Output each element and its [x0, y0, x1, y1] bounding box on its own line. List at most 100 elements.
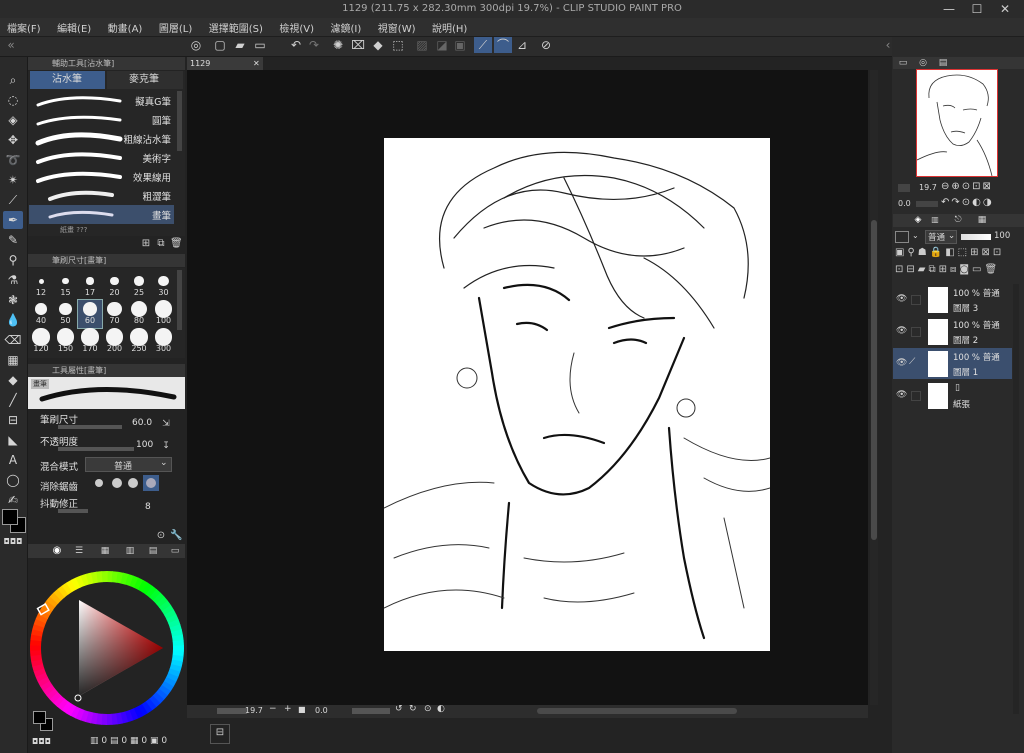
color-set-tab-icon[interactable]: ▦ — [98, 543, 112, 559]
brush-size-slider[interactable] — [58, 425, 122, 429]
navigator-zoom-value[interactable]: 19.7 — [919, 183, 937, 192]
brush-size-option[interactable]: 70 — [103, 300, 127, 328]
figure-tool-icon[interactable]: ╱ — [3, 391, 23, 409]
layer-row[interactable]: 👁 100 % 普通 圖層 3 — [893, 284, 1012, 315]
brush-size-option[interactable]: 200 — [103, 328, 127, 356]
chevron-down-icon[interactable]: ⌄ — [912, 231, 919, 240]
brush-size-option[interactable]: 250 — [127, 328, 151, 356]
layer-option-icons[interactable]: ▣⚲☗🔒◧⬚⊞⊠⊡ — [895, 247, 1004, 258]
wrench-icon[interactable]: 🔧 — [170, 528, 182, 544]
color-wheel-tab-icon[interactable]: ◉ — [50, 543, 64, 559]
eye-icon[interactable]: 👁 — [896, 358, 907, 368]
opacity-slider[interactable] — [58, 447, 134, 451]
close-tab-icon[interactable]: ✕ — [253, 57, 260, 70]
lock-box[interactable] — [911, 327, 921, 337]
layer-row[interactable]: 👁 ▯ 紙張 — [893, 380, 1012, 411]
zoom-out-icon[interactable]: − — [269, 704, 277, 714]
color-panel-main-swatch[interactable] — [33, 711, 46, 724]
brush-size-option[interactable]: 60 — [77, 299, 103, 329]
layer-blend-select[interactable]: 普通 ⌄ — [925, 230, 957, 244]
pen-tool-icon[interactable]: ✒ — [3, 211, 23, 229]
menu-help[interactable]: 說明(H) — [425, 18, 473, 35]
menu-file[interactable]: 檔案(F) — [0, 18, 47, 35]
copy-sub-tool-icon[interactable]: ⧉ — [155, 236, 167, 252]
lock-box[interactable] — [911, 295, 921, 305]
layer-opacity-value[interactable]: 100 — [994, 231, 1010, 241]
ruler-tool-icon[interactable]: ◣ — [3, 431, 23, 449]
brush-size-scrollbar[interactable] — [177, 270, 182, 330]
layer-color-swatch[interactable] — [895, 231, 909, 243]
layer-tab-label-icon[interactable]: ▥ — [927, 212, 943, 228]
frame-tool-icon[interactable]: ⊟ — [3, 411, 23, 429]
blend-tool-icon[interactable]: 💧 — [3, 311, 23, 329]
brush-size-option[interactable]: 20 — [103, 272, 127, 300]
clip-studio-icon[interactable]: ◎ — [188, 37, 204, 53]
sub-tool-header[interactable]: 輔助工具[沾水筆] — [28, 57, 185, 70]
brush-size-option[interactable]: 50 — [54, 300, 78, 328]
timeline-toggle-icon[interactable]: ⊟ — [210, 724, 230, 744]
brush-size-option[interactable]: 15 — [54, 272, 78, 300]
layer-tab-icon[interactable]: ◈ — [911, 212, 925, 228]
sub-tool-scrollbar[interactable] — [177, 91, 182, 151]
selection-tool-icon[interactable]: ◌ — [3, 91, 23, 109]
tab-dip-pen[interactable]: 沾水筆 — [30, 71, 105, 89]
canvas-vertical-scrollbar[interactable] — [870, 70, 878, 705]
rotate-right-icon[interactable]: ↻ — [409, 704, 417, 714]
brush-size-option[interactable]: 17 — [78, 272, 102, 300]
zoom-slider[interactable] — [217, 708, 247, 714]
fit-icon[interactable]: ■ — [298, 705, 306, 714]
main-color-swatch[interactable] — [2, 509, 18, 525]
brush-size-option[interactable]: 150 — [54, 328, 78, 356]
antialias-strong-option[interactable] — [143, 475, 159, 491]
flip-icon[interactable]: ◐ — [437, 704, 445, 714]
layer-opacity-slider[interactable] — [961, 234, 991, 240]
opacity-dynamics-icon[interactable]: ↧ — [160, 438, 172, 454]
antialias-none-option[interactable] — [95, 479, 103, 487]
save-icon[interactable]: ▭ — [252, 37, 268, 53]
brush-size-header[interactable]: 筆刷尺寸[畫筆] — [28, 254, 185, 267]
brush-size-option[interactable]: 170 — [78, 328, 102, 356]
brush-size-option[interactable]: 30 — [152, 272, 176, 300]
decoration-tool-icon[interactable]: ❃ — [3, 291, 23, 309]
menu-selection[interactable]: 選擇範圍(S) — [202, 18, 269, 35]
layer-panel-scrollbar[interactable] — [1013, 284, 1019, 714]
fill-icon[interactable]: ◆ — [370, 37, 386, 53]
layer-property-tab-icon[interactable]: ⎋ — [951, 212, 965, 228]
companion-mode-icon[interactable]: ⊘ — [538, 37, 554, 53]
eraser-tool-icon[interactable]: ⌫ — [3, 331, 23, 349]
brush-item-partial[interactable]: 紙畫 ??? — [60, 225, 87, 235]
navigator-tab-icon[interactable]: ▭ — [897, 55, 909, 71]
dynamics-icon[interactable]: ⇲ — [160, 416, 172, 432]
layer-row[interactable]: 👁 ⟋ 100 % 普通 圖層 1 — [893, 348, 1012, 379]
stabilization-slider[interactable] — [58, 509, 88, 513]
brush-size-option[interactable]: 40 — [29, 300, 53, 328]
reset-icon[interactable]: ⊙ — [155, 528, 167, 544]
move-tool-icon[interactable]: ✥ — [3, 131, 23, 149]
rotate-left-icon[interactable]: ↺ — [395, 704, 403, 714]
menu-view[interactable]: 檢視(V) — [272, 18, 320, 35]
canvas-vertical-thumb[interactable] — [871, 220, 877, 540]
snap-grid-icon[interactable]: ⊿ — [514, 37, 530, 53]
menu-filter[interactable]: 濾鏡(I) — [324, 18, 368, 35]
drawing-paper[interactable] — [383, 138, 771, 651]
new-sub-tool-icon[interactable]: ⊞ — [140, 236, 152, 252]
undo-icon[interactable]: ↶ — [288, 37, 304, 53]
reset-rotation-icon[interactable]: ⊙ — [424, 704, 432, 714]
tool-property-header[interactable]: 工具屬性[畫筆] — [28, 364, 185, 377]
clear-icon[interactable]: ⌧ — [350, 37, 366, 53]
airbrush-tool-icon[interactable]: ⚗ — [3, 271, 23, 289]
navigator-zoom-controls[interactable]: ⊖⊕⊙⊡⊠ — [941, 181, 993, 192]
brush-size-option[interactable]: 120 — [29, 328, 53, 356]
brush-size-option[interactable]: 300 — [152, 328, 176, 356]
navigator-zoom-slider[interactable] — [898, 184, 910, 192]
similar-color-tab-icon[interactable]: ▤ — [146, 543, 160, 559]
transparent-color-icon[interactable]: ◘◘◘ — [3, 533, 23, 551]
menu-layer[interactable]: 圖層(L) — [152, 18, 198, 35]
navigator-angle-slider[interactable] — [916, 201, 938, 207]
auto-select-tool-icon[interactable]: ◈ — [3, 111, 23, 129]
new-file-icon[interactable]: ▢ — [212, 37, 228, 53]
magic-wand-tool-icon[interactable]: ✴ — [3, 171, 23, 189]
zoom-tool-icon[interactable]: ⌕ — [3, 71, 23, 89]
correct-line-tool-icon[interactable]: ✍ — [3, 491, 23, 509]
delete-sub-tool-icon[interactable]: 🗑 — [170, 236, 183, 252]
